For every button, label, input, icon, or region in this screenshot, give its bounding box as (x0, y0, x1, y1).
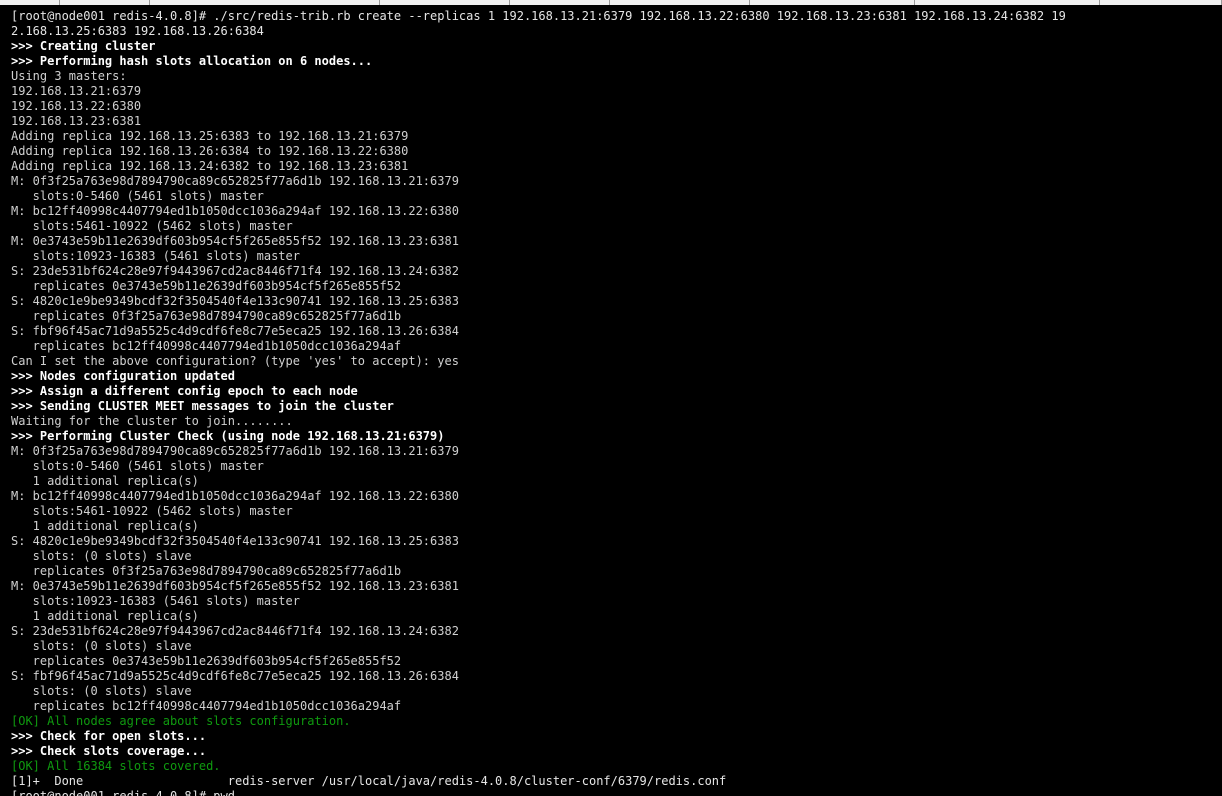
terminal-line: [OK] All nodes agree about slots configu… (11, 714, 351, 728)
terminal-line: slots:5461-10922 (5462 slots) master (11, 504, 293, 518)
terminal-line: M: bc12ff40998c4407794ed1b1050dcc1036a29… (11, 204, 459, 218)
terminal-line: 2.168.13.25:6383 192.168.13.26:6384 (11, 24, 264, 38)
terminal-line: slots: (0 slots) slave (11, 549, 192, 563)
terminal-line: >>> Sending CLUSTER MEET messages to joi… (11, 399, 394, 413)
terminal-line: [root@node001 redis-4.0.8]# pwd (11, 789, 235, 796)
terminal-line: M: bc12ff40998c4407794ed1b1050dcc1036a29… (11, 489, 459, 503)
terminal-line: slots:0-5460 (5461 slots) master (11, 189, 264, 203)
terminal-line: 1 additional replica(s) (11, 609, 199, 623)
terminal-line: slots:10923-16383 (5461 slots) master (11, 249, 300, 263)
terminal-line: M: 0f3f25a763e98d7894790ca89c652825f77a6… (11, 444, 459, 458)
terminal-line: replicates bc12ff40998c4407794ed1b1050dc… (11, 699, 402, 713)
terminal-line: S: 23de531bf624c28e97f9443967cd2ac8446f7… (11, 264, 459, 278)
terminal-line: slots: (0 slots) slave (11, 639, 192, 653)
terminal-line: replicates 0f3f25a763e98d7894790ca89c652… (11, 309, 402, 323)
terminal-line: replicates 0f3f25a763e98d7894790ca89c652… (11, 564, 402, 578)
terminal-line: M: 0f3f25a763e98d7894790ca89c652825f77a6… (11, 174, 459, 188)
terminal-line: Using 3 masters: (11, 69, 127, 83)
terminal-line: >>> Check slots coverage... (11, 744, 207, 758)
terminal-line: >>> Assign a different config epoch to e… (11, 384, 358, 398)
terminal-line: [OK] All 16384 slots covered. (11, 759, 221, 773)
terminal-line: S: 4820c1e9be9349bcdf32f3504540f4e133c90… (11, 534, 459, 548)
terminal-line: S: fbf96f45ac71d9a5525c4d9cdf6fe8c77e5ec… (11, 324, 459, 338)
terminal-line: replicates 0e3743e59b11e2639df603b954cf5… (11, 279, 402, 293)
terminal-line: Adding replica 192.168.13.24:6382 to 192… (11, 159, 409, 173)
terminal-line: Adding replica 192.168.13.25:6383 to 192… (11, 129, 409, 143)
terminal-line: M: 0e3743e59b11e2639df603b954cf5f265e855… (11, 579, 459, 593)
terminal-line: >>> Check for open slots... (11, 729, 207, 743)
terminal-line: >>> Nodes configuration updated (11, 369, 235, 383)
terminal-line: S: 23de531bf624c28e97f9443967cd2ac8446f7… (11, 624, 459, 638)
terminal-line: 192.168.13.21:6379 (11, 84, 142, 98)
terminal-line: [root@node001 redis-4.0.8]# ./src/redis-… (11, 9, 1066, 23)
terminal-line: S: fbf96f45ac71d9a5525c4d9cdf6fe8c77e5ec… (11, 669, 459, 683)
terminal-line: [1]+ Done redis-server /usr/local/java/r… (11, 774, 727, 788)
terminal-line: >>> Creating cluster (11, 39, 156, 53)
terminal-line: 192.168.13.23:6381 (11, 114, 142, 128)
terminal-line: replicates 0e3743e59b11e2639df603b954cf5… (11, 654, 402, 668)
terminal-line: S: 4820c1e9be9349bcdf32f3504540f4e133c90… (11, 294, 459, 308)
terminal-line: slots:0-5460 (5461 slots) master (11, 459, 264, 473)
terminal-line: Waiting for the cluster to join........ (11, 414, 293, 428)
terminal-line: 1 additional replica(s) (11, 474, 199, 488)
terminal-line: slots:5461-10922 (5462 slots) master (11, 219, 293, 233)
terminal-line: >>> Performing Cluster Check (using node… (11, 429, 445, 443)
terminal-output[interactable]: [root@node001 redis-4.0.8]# ./src/redis-… (0, 5, 1222, 796)
terminal-line: 1 additional replica(s) (11, 519, 199, 533)
terminal-line: M: 0e3743e59b11e2639df603b954cf5f265e855… (11, 234, 459, 248)
terminal-line: Can I set the above configuration? (type… (11, 354, 459, 368)
terminal-line: slots: (0 slots) slave (11, 684, 192, 698)
terminal-line: 192.168.13.22:6380 (11, 99, 142, 113)
terminal-line: Adding replica 192.168.13.26:6384 to 192… (11, 144, 409, 158)
terminal-line: >>> Performing hash slots allocation on … (11, 54, 373, 68)
terminal-line: replicates bc12ff40998c4407794ed1b1050dc… (11, 339, 402, 353)
terminal-line: slots:10923-16383 (5461 slots) master (11, 594, 300, 608)
